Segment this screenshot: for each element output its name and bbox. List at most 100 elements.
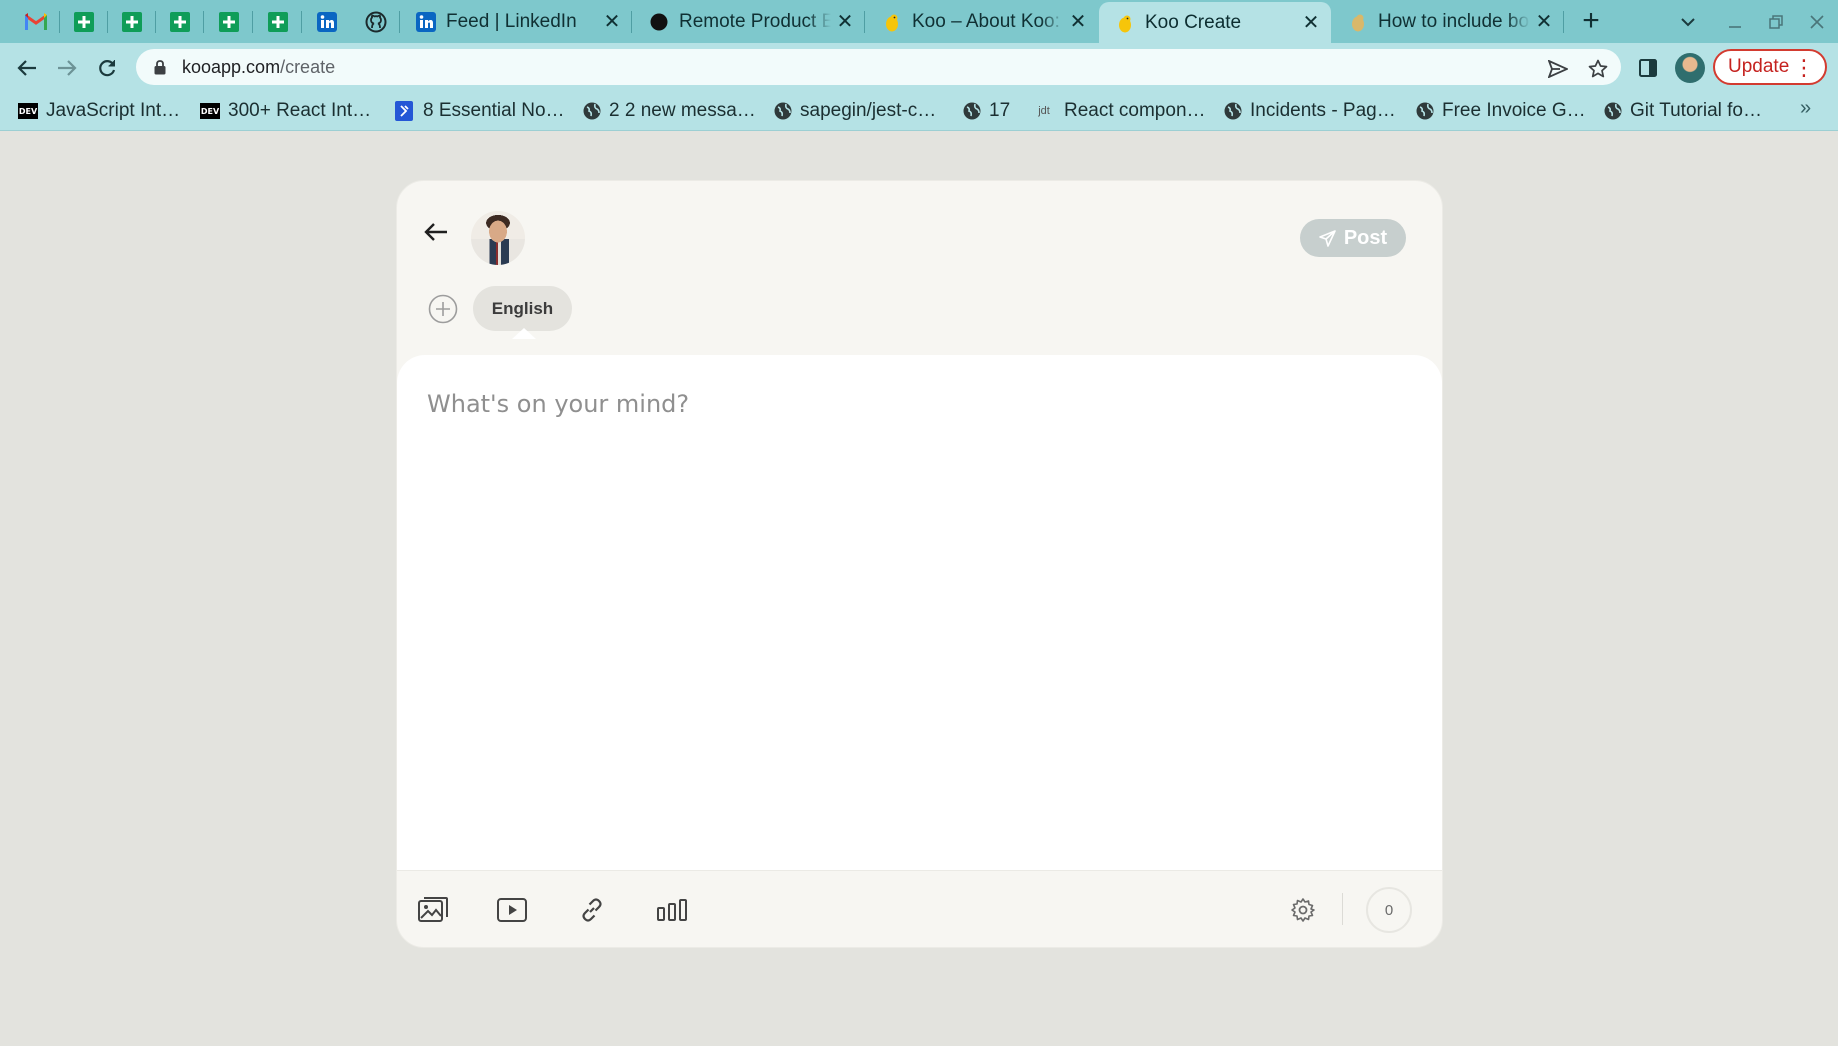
poll-icon [657,899,687,921]
add-video-button[interactable] [495,893,529,927]
koo-icon [882,12,902,32]
globe-icon [1416,102,1434,120]
circle-icon [649,12,669,32]
character-counter: 0 [1366,887,1412,933]
bookmark-item[interactable]: sapegin/jest-c… [774,98,936,124]
pinned-tab-linkedin[interactable] [303,0,351,43]
address-bar[interactable]: kooapp.com/create [136,49,1621,85]
jdt-icon: jdt [1038,105,1050,117]
user-avatar[interactable] [471,211,525,265]
tab-close-button[interactable]: ✕ [1530,8,1558,36]
bookmarks-overflow-button[interactable]: » [1800,97,1811,120]
send-icon [1548,60,1568,78]
pinned-tab-sheets-4[interactable] [205,0,253,43]
settings-button[interactable] [1286,893,1320,927]
add-language-button[interactable] [428,294,458,324]
new-tab-button[interactable]: + [1576,4,1606,37]
tab-koo-about[interactable]: Koo – About Koo: ✕ [866,0,1098,43]
update-label: Update [1728,56,1790,77]
restore-button[interactable] [1762,8,1790,36]
google-sheets-icon [170,11,190,32]
tab-feed-linkedin[interactable]: Feed | LinkedIn ✕ [400,0,632,43]
bookmark-item[interactable]: 17 [963,98,1010,124]
pinned-tab-sheets-1[interactable] [60,0,108,43]
bookmark-item[interactable]: DEV JavaScript Int… [18,98,180,124]
bookmark-item[interactable]: jdt React compon… [1032,98,1206,124]
bookmark-item[interactable]: DEV 300+ React Int… [200,98,371,124]
tab-close-button[interactable]: ✕ [831,8,859,36]
pinned-tab-sheets-3[interactable] [156,0,204,43]
globe-icon [774,102,792,120]
close-window-button[interactable] [1803,8,1831,36]
post-label: Post [1343,226,1388,249]
url-host: kooapp.com [182,56,281,77]
globe-icon [583,102,601,120]
url-text: kooapp.com/create [182,57,335,78]
google-sheets-icon [219,11,239,32]
send-tab-button[interactable] [1546,57,1570,81]
post-button[interactable]: Post [1300,219,1406,257]
close-icon [1810,15,1824,29]
dev-icon: DEV [200,103,220,119]
bookmark-label: 17 [989,100,1011,121]
tab-close-button[interactable]: ✕ [598,8,626,36]
bookmark-item[interactable]: 8 Essential No… [393,98,565,124]
link-icon [582,898,602,922]
gmail-icon [25,13,47,30]
minimize-icon [1729,26,1741,28]
bookmark-item[interactable]: Free Invoice G… [1416,98,1586,124]
bookmark-label: React compon… [1064,100,1206,121]
koo-composer-card: Post English What's on your mind? 0 [396,180,1443,948]
add-link-button[interactable] [575,893,609,927]
back-nav-button[interactable] [10,51,44,85]
arrow-left-icon [424,223,447,241]
tab-how-to-include[interactable]: How to include bo ✕ [1332,0,1564,43]
bookmark-label: Incidents - Pag… [1250,100,1396,121]
globe-icon [963,102,981,120]
editor-placeholder: What's on your mind? [427,390,690,418]
bookmark-label: Git Tutorial fo… [1630,100,1762,121]
google-sheets-icon [74,11,94,32]
tab-close-button[interactable]: ✕ [1064,8,1092,36]
plus-circle-icon [428,294,458,324]
koo-icon [1348,12,1368,32]
pinned-tab-github[interactable] [352,0,400,43]
bookmark-item[interactable]: Git Tutorial fo… [1604,98,1762,124]
bookmark-label: JavaScript Int… [46,100,181,121]
pinned-tab-gmail[interactable] [12,0,60,43]
update-button[interactable]: Update ⋮ [1713,49,1827,85]
restore-icon [1769,15,1783,29]
minimize-button[interactable] [1721,8,1749,36]
language-tab-english[interactable]: English [473,286,572,331]
tab-title: Feed | LinkedIn [446,10,577,32]
tab-title: Koo – About Koo: [912,10,1060,32]
send-icon [1319,229,1336,247]
pinned-tab-sheets-2[interactable] [108,0,156,43]
tab-remote-product[interactable]: Remote Product E ✕ [633,0,865,43]
add-image-button[interactable] [416,893,450,927]
bookmark-item[interactable]: 2 2 new messa… [583,98,756,124]
pinned-tab-sheets-5[interactable] [254,0,302,43]
tab-koo-create[interactable]: Koo Create ✕ [1099,2,1331,43]
bookmark-star-button[interactable] [1586,57,1610,81]
tab-title: Remote Product E [679,10,831,32]
google-sheets-icon [268,11,288,32]
koo-icon [1115,13,1135,33]
tab-title: Koo Create [1145,11,1242,33]
tab-close-button[interactable]: ✕ [1297,9,1325,37]
composer-toolbar: 0 [397,870,1442,948]
koo-text-editor[interactable]: What's on your mind? [397,355,1442,870]
side-panel-icon [1639,59,1657,77]
back-button[interactable] [423,219,449,245]
profile-avatar[interactable] [1675,53,1705,83]
bookmark-item[interactable]: Incidents - Pag… [1224,98,1396,124]
github-icon [365,11,387,32]
browser-toolbar: kooapp.com/create Update ⋮ [0,43,1838,91]
tab-search-button[interactable] [1674,8,1702,36]
add-poll-button[interactable] [655,893,689,927]
forward-nav-button[interactable] [50,51,84,85]
reload-icon [99,60,116,77]
side-panel-button[interactable] [1634,54,1662,82]
reload-button[interactable] [90,51,124,85]
arrow-left-icon [17,60,36,76]
